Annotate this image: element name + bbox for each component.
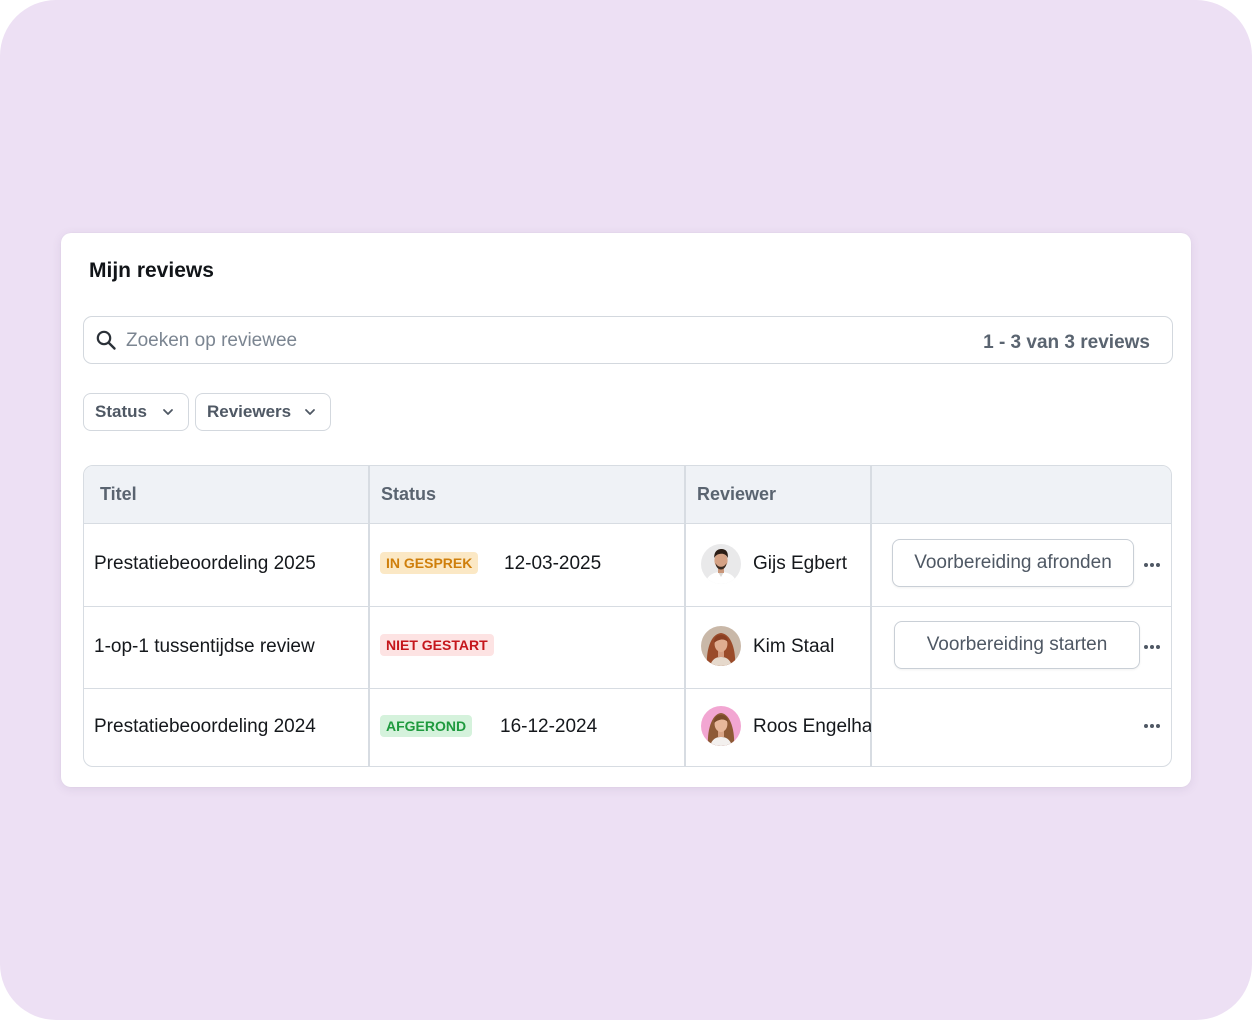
- search-bar: 1 - 3 van 3 reviews: [83, 316, 1173, 364]
- reviewer-name: Gijs Egbert: [753, 553, 847, 574]
- reviewer-name: Roos Engelhart: [753, 716, 871, 737]
- review-title: Prestatiebeoordeling 2024: [94, 716, 316, 737]
- review-date: 12-03-2025: [504, 553, 602, 574]
- more-horizontal-icon[interactable]: [1142, 723, 1162, 729]
- chevron-down-icon: [305, 409, 315, 415]
- avatar: [701, 544, 741, 584]
- reviews-table: Titel Status Reviewer Prestatiebeoordeli…: [83, 465, 1172, 767]
- review-title: Prestatiebeoordeling 2025: [94, 553, 316, 574]
- table-row[interactable]: Prestatiebeoordeling 2025 IN GESPREK 12-…: [84, 523, 1171, 607]
- review-title: 1-op-1 tussentijdse review: [94, 636, 315, 657]
- status-badge: AFGEROND: [380, 715, 473, 737]
- page-title: Mijn reviews: [89, 259, 214, 282]
- table-row[interactable]: 1-op-1 tussentijdse review NIET GESTART …: [84, 606, 1171, 689]
- start-preparation-button[interactable]: Voorbereiding starten: [894, 621, 1140, 669]
- reviewers-filter-label: Reviewers: [207, 402, 292, 421]
- status-badge: IN GESPREK: [380, 552, 479, 574]
- more-horizontal-icon[interactable]: [1142, 644, 1162, 650]
- result-count: 1 - 3 van 3 reviews: [983, 332, 1150, 353]
- column-header-reviewer: Reviewer: [697, 484, 777, 504]
- avatar: [701, 626, 741, 666]
- reviews-card: Mijn reviews 1 - 3 van 3 reviews Status …: [61, 233, 1191, 787]
- status-filter-label: Status: [95, 402, 147, 421]
- table-row[interactable]: Prestatiebeoordeling 2024 AFGEROND 16-12…: [84, 688, 1171, 766]
- more-horizontal-icon[interactable]: [1142, 562, 1162, 568]
- avatar: [701, 706, 741, 746]
- finish-preparation-button[interactable]: Voorbereiding afronden: [892, 539, 1134, 587]
- table-header: Titel Status Reviewer: [84, 466, 1171, 524]
- column-header-status: Status: [381, 484, 437, 504]
- review-date: 16-12-2024: [500, 716, 598, 737]
- column-header-title: Titel: [100, 484, 137, 504]
- reviewers-filter-button[interactable]: Reviewers: [195, 393, 331, 431]
- status-badge: NIET GESTART: [380, 634, 494, 656]
- search-input[interactable]: [124, 326, 908, 356]
- background-frame: Mijn reviews 1 - 3 van 3 reviews Status …: [0, 0, 1252, 1020]
- chevron-down-icon: [163, 409, 173, 415]
- reviewer-name: Kim Staal: [753, 636, 835, 657]
- status-filter-button[interactable]: Status: [83, 393, 189, 431]
- search-icon: [96, 330, 116, 350]
